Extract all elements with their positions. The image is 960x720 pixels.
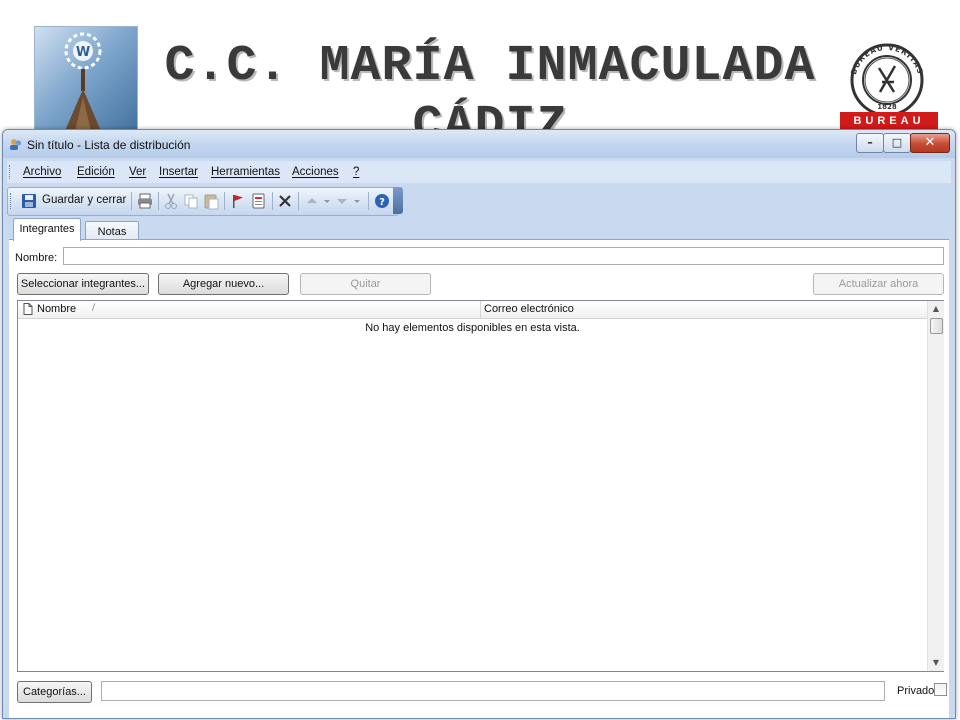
slide-header: W C.C. MARÍA INMACULADA CÁDIZ BUREAU VER… (0, 0, 960, 140)
certifier-bar: BUREAU (840, 112, 938, 130)
scroll-down-arrow-icon[interactable]: ▼ (928, 655, 944, 671)
toolbar-separator (158, 192, 159, 210)
column-label-correo: Correo electrónico (484, 303, 574, 315)
update-now-button[interactable]: Actualizar ahora (813, 273, 944, 295)
title-bar[interactable]: Sin título - Lista de distribución – □ ✕ (3, 130, 955, 158)
menu-help[interactable]: ? (353, 166, 359, 178)
toolbar-separator (298, 192, 299, 210)
menu-archivo[interactable]: Archivo (23, 166, 61, 178)
standard-toolbar: Guardar y cerrar ? (7, 187, 399, 216)
vertical-scrollbar[interactable]: ▲ ▼ (927, 301, 944, 671)
name-label: Nombre: (15, 252, 58, 264)
categories-button[interactable]: Categorías... (17, 681, 92, 703)
address-book-icon[interactable] (250, 192, 268, 210)
slide-title-line1: C.C. MARÍA INMACULADA (164, 38, 816, 95)
scroll-up-arrow-icon[interactable]: ▲ (928, 301, 944, 317)
select-members-button[interactable]: Seleccionar integrantes... (17, 273, 149, 295)
menu-edicion[interactable]: Edición (77, 166, 115, 178)
print-icon[interactable] (136, 192, 154, 210)
maximize-button[interactable]: □ (883, 133, 911, 153)
toolbar-options-button[interactable] (393, 187, 403, 214)
svg-text:?: ? (379, 197, 385, 208)
private-label: Privado (897, 685, 935, 697)
menu-insertar[interactable]: Insertar (159, 166, 198, 178)
bureau-veritas-logo-icon: BUREAU VERITAS 1828 (849, 43, 924, 116)
chevron-down-icon[interactable] (348, 192, 366, 210)
remove-button[interactable]: Quitar (300, 273, 431, 295)
scroll-thumb[interactable] (930, 318, 943, 334)
private-checkbox[interactable] (934, 683, 947, 696)
menu-acciones[interactable]: Acciones (292, 166, 339, 178)
help-icon[interactable]: ? (373, 192, 391, 210)
menu-bar: Archivo Edición Ver Insertar Herramienta… (7, 161, 951, 183)
minimize-button[interactable]: – (856, 133, 884, 153)
paste-icon[interactable] (202, 192, 220, 210)
toolbar-separator (272, 192, 273, 210)
close-icon: ✕ (924, 135, 936, 150)
document-icon (23, 303, 33, 315)
minimize-icon: – (867, 136, 873, 149)
cut-icon[interactable] (162, 192, 180, 210)
save-icon[interactable] (20, 192, 38, 210)
tab-integrantes[interactable]: Integrantes (13, 218, 81, 241)
empty-list-message: No hay elementos disponibles en esta vis… (365, 322, 580, 334)
maximize-icon: □ (891, 136, 903, 149)
column-header-correo[interactable]: Correo electrónico (481, 301, 927, 318)
members-panel: Nombre: Seleccionar integrantes... Agreg… (9, 239, 949, 718)
window-title: Sin título - Lista de distribución (27, 138, 191, 152)
delete-icon[interactable] (276, 192, 294, 210)
column-header-nombre[interactable]: Nombre / (18, 301, 481, 318)
distribution-list-app-icon (10, 139, 22, 150)
menu-ver[interactable]: Ver (129, 166, 146, 178)
flag-icon[interactable] (229, 192, 247, 210)
sort-indicator-icon: / (92, 303, 96, 313)
toolbar-separator (368, 192, 369, 210)
list-header: Nombre / Correo electrónico (18, 301, 927, 319)
distribution-list-window: Sin título - Lista de distribución – □ ✕… (2, 129, 956, 719)
menu-grip-handle[interactable] (9, 165, 13, 179)
add-new-button[interactable]: Agregar nuevo... (158, 273, 289, 295)
menu-herramientas[interactable]: Herramientas (211, 166, 280, 178)
column-label-nombre: Nombre (37, 303, 77, 315)
name-input[interactable] (63, 247, 944, 265)
save-and-close-button[interactable]: Guardar y cerrar (42, 194, 126, 206)
members-list: Nombre / Correo electrónico No hay eleme… (17, 300, 944, 672)
toolbar-grip-handle[interactable] (10, 193, 14, 209)
copy-icon[interactable] (182, 192, 200, 210)
certifier-year: 1828 (877, 103, 897, 111)
close-button[interactable]: ✕ (910, 133, 950, 153)
toolbar-separator (224, 192, 225, 210)
categories-input[interactable] (101, 681, 885, 701)
toolbar-separator (131, 192, 132, 210)
